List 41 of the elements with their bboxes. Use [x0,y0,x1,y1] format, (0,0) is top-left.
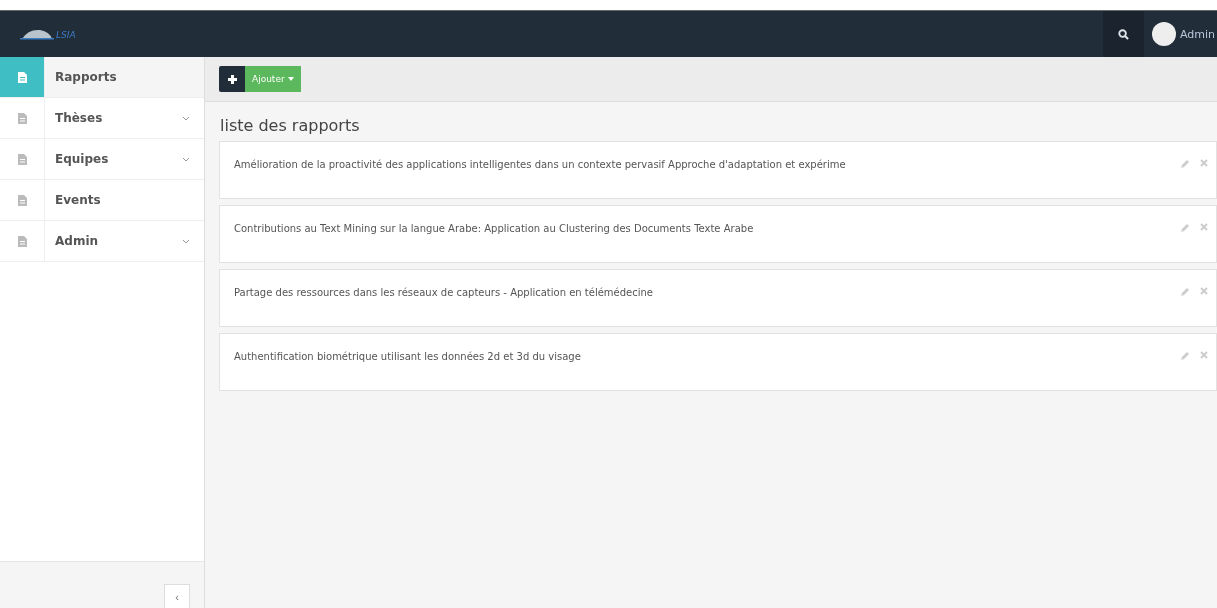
sidebar-label: Thèses [55,111,104,125]
avatar [1151,22,1176,46]
sidebar-item[interactable]: Events [0,180,204,221]
pencil-icon[interactable] [1181,223,1190,232]
document-icon [17,194,27,206]
chevron-down-icon [182,115,190,121]
plus-icon [227,74,237,84]
dome-logo-icon [20,28,54,40]
delete-icon[interactable] [1200,159,1208,167]
report-title[interactable]: Authentification biométrique utilisant les données 2d et 3d du visage [234,351,1181,362]
sidebar-label: Events [55,193,102,207]
pencil-icon[interactable] [1181,159,1190,168]
document-icon [17,235,27,247]
sidebar-item[interactable]: Thèses [0,98,204,139]
chevron-down-icon [182,156,190,162]
user-menu[interactable]: Admin [1143,11,1217,57]
report-title[interactable]: Contributions au Text Mining sur la langue Arabe: Application au Clustering des Documents Texte Arabe [234,223,1181,234]
logo-text: LSIA [56,30,76,40]
sidebar-label: Admin [55,234,100,248]
delete-icon[interactable] [1200,223,1208,231]
sidebar-label: Equipes [55,152,110,166]
caret-icon [287,77,294,81]
delete-icon[interactable] [1200,351,1208,359]
list-title: liste des rapports [220,116,361,135]
report-title[interactable]: Partage des ressources dans les réseaux de capteurs - Application en télémédecine [234,287,1181,298]
report-title[interactable]: Amélioration de la proactivité des applications intelligentes dans un contexte pervasif Approche d'adaptation et expérime [234,159,1181,170]
chevron-down-icon [182,238,190,244]
collapse-button[interactable]: ‹ [164,584,190,608]
sidebar-item[interactable]: Equipes [0,139,204,180]
search-icon [1117,28,1129,40]
sidebar-item[interactable]: Rapports [0,57,204,98]
document-icon [17,153,27,165]
sidebar-item[interactable]: Admin [0,221,204,262]
search-button[interactable] [1102,11,1144,57]
document-icon [17,112,27,124]
pencil-icon[interactable] [1181,351,1190,360]
sidebar-label: Rapports [55,70,118,84]
add-button[interactable] [219,66,245,92]
pencil-icon[interactable] [1181,287,1190,296]
delete-icon[interactable] [1200,287,1208,295]
document-icon [17,71,27,83]
